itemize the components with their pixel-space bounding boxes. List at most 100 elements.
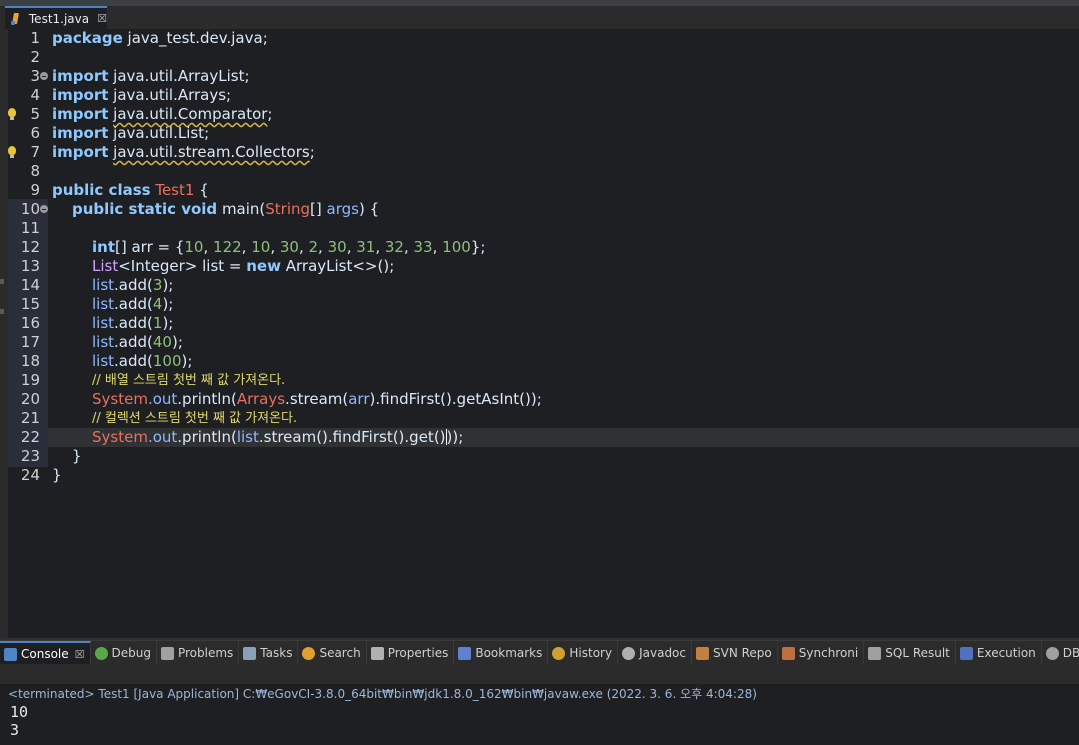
overview-marker[interactable] — [0, 309, 4, 314]
keyword: import — [52, 143, 109, 161]
line-number: 23 — [20, 447, 40, 465]
tab-search[interactable]: Search — [298, 641, 367, 665]
tab-label: Tasks — [260, 646, 293, 660]
number: 100 — [442, 238, 471, 256]
problems-icon — [160, 646, 174, 660]
line-number: 13 — [20, 257, 40, 275]
tab-execution[interactable]: Execution — [956, 641, 1042, 665]
number: 30 — [279, 238, 299, 256]
tab-label: Execution — [976, 646, 1036, 660]
code-line: 18 list.add(100); — [0, 352, 1079, 371]
bottom-panel-tabs: Console ☒ Debug Problems Tasks Search Pr… — [0, 640, 1079, 665]
tab-dbio[interactable]: DBIO S — [1042, 641, 1079, 665]
code-editor[interactable]: 1 package java_test.dev.java; 2 3 import… — [0, 29, 1079, 638]
editor-tab-test1[interactable]: Test1.java ☒ — [5, 6, 107, 29]
tab-bookmarks[interactable]: Bookmarks — [454, 641, 549, 665]
code-line: 2 — [0, 48, 1079, 67]
fold-toggle-icon[interactable] — [40, 205, 48, 213]
variable: arr — [348, 390, 370, 408]
variable: list — [92, 295, 115, 313]
method-call: .println( — [177, 390, 237, 408]
tab-label: History — [569, 646, 613, 660]
line-number: 3 — [30, 67, 40, 85]
semicolon: ; — [309, 143, 315, 161]
tab-label: Javadoc — [639, 646, 686, 660]
import-path: java.util.List; — [108, 124, 210, 142]
code-line: 3 import java.util.ArrayList; — [0, 67, 1079, 86]
unused-import-path: java.util.stream.Collectors — [113, 143, 310, 161]
code-line: 15 list.add(4); — [0, 295, 1079, 314]
tab-debug[interactable]: Debug — [91, 641, 157, 665]
paren: ); — [162, 276, 174, 294]
number: 33 — [413, 238, 433, 256]
overview-marker[interactable] — [0, 279, 4, 284]
line-number: 8 — [30, 162, 40, 180]
keyword: int — [92, 238, 115, 256]
tab-synchronize[interactable]: Synchroni — [778, 641, 865, 665]
bug-icon — [94, 646, 108, 660]
param-name: args — [326, 200, 359, 218]
line-number: 15 — [20, 295, 40, 313]
number: 32 — [384, 238, 404, 256]
tab-label: Synchroni — [798, 646, 859, 660]
tab-label: Properties — [387, 646, 449, 660]
tab-svn-repo[interactable]: SVN Repo — [692, 641, 778, 665]
paren: ); — [171, 333, 183, 351]
generic: <Integer> — [118, 257, 198, 275]
keyword: import — [52, 86, 109, 104]
method-call: .add( — [114, 295, 153, 313]
line-number: 1 — [30, 29, 40, 47]
tab-javadoc[interactable]: Javadoc — [618, 641, 692, 665]
tab-console[interactable]: Console ☒ — [0, 641, 91, 665]
close-icon[interactable]: ☒ — [97, 12, 107, 25]
code-line: 24 } — [0, 466, 1079, 485]
grid-icon — [868, 646, 882, 660]
code-line: 16 list.add(1); — [0, 314, 1079, 333]
search-icon — [302, 646, 316, 660]
method-name: main( — [217, 200, 266, 218]
variable: list — [92, 352, 115, 370]
fold-toggle-icon[interactable] — [40, 72, 48, 80]
number: 10 — [184, 238, 204, 256]
tab-tasks[interactable]: Tasks — [239, 641, 299, 665]
tab-label: Search — [319, 646, 361, 660]
package-name: java_test.dev.java; — [122, 29, 268, 47]
execution-icon — [959, 646, 973, 660]
code-line-current: 22 System.out.println(list.stream().find… — [0, 428, 1079, 447]
method-call: .add( — [114, 352, 153, 370]
code-line: 10 public static void main(String[] args… — [0, 200, 1079, 219]
code-line: 12 int[] arr = {10, 122, 10, 30, 2, 30, … — [0, 238, 1079, 257]
console-output[interactable]: <terminated> Test1 [Java Application] C:… — [0, 684, 1079, 745]
svn-repo-icon — [696, 646, 709, 660]
variable: list — [92, 276, 115, 294]
line-number: 10 — [20, 200, 40, 218]
semicolon: ); — [452, 428, 464, 446]
semicolon: ; — [267, 105, 273, 123]
method-call: .add( — [114, 314, 153, 332]
brace: { — [194, 181, 209, 199]
tab-history[interactable]: History — [548, 641, 619, 665]
comment: // 배열 스트림 첫번 째 값 가져온다. — [92, 373, 286, 388]
code-line: 1 package java_test.dev.java; — [0, 29, 1079, 48]
code-line: 23 } — [0, 447, 1079, 466]
tab-label: Console — [21, 647, 69, 661]
code-line: 11 — [0, 219, 1079, 238]
keyword: public static void — [72, 200, 218, 218]
code-line: 8 — [0, 162, 1079, 181]
brackets: [] — [310, 200, 327, 218]
tab-properties[interactable]: Properties — [367, 641, 455, 665]
code-line: 7 import java.util.stream.Collectors; — [0, 143, 1079, 162]
number: 3 — [152, 276, 163, 294]
code-line: 20 System.out.println(Arrays.stream(arr)… — [0, 390, 1079, 409]
number: 2 — [308, 238, 319, 256]
tab-label: Debug — [111, 646, 151, 660]
brace: } — [72, 447, 82, 465]
list-init: ArrayList<>(); — [280, 257, 395, 275]
type-name: List — [92, 257, 119, 275]
variable: list — [92, 314, 115, 332]
keyword: import — [52, 124, 109, 142]
close-icon[interactable]: ☒ — [75, 648, 85, 661]
tab-sql-result[interactable]: SQL Result — [864, 641, 956, 665]
tab-problems[interactable]: Problems — [157, 641, 240, 665]
console-toolbar — [0, 664, 1079, 684]
